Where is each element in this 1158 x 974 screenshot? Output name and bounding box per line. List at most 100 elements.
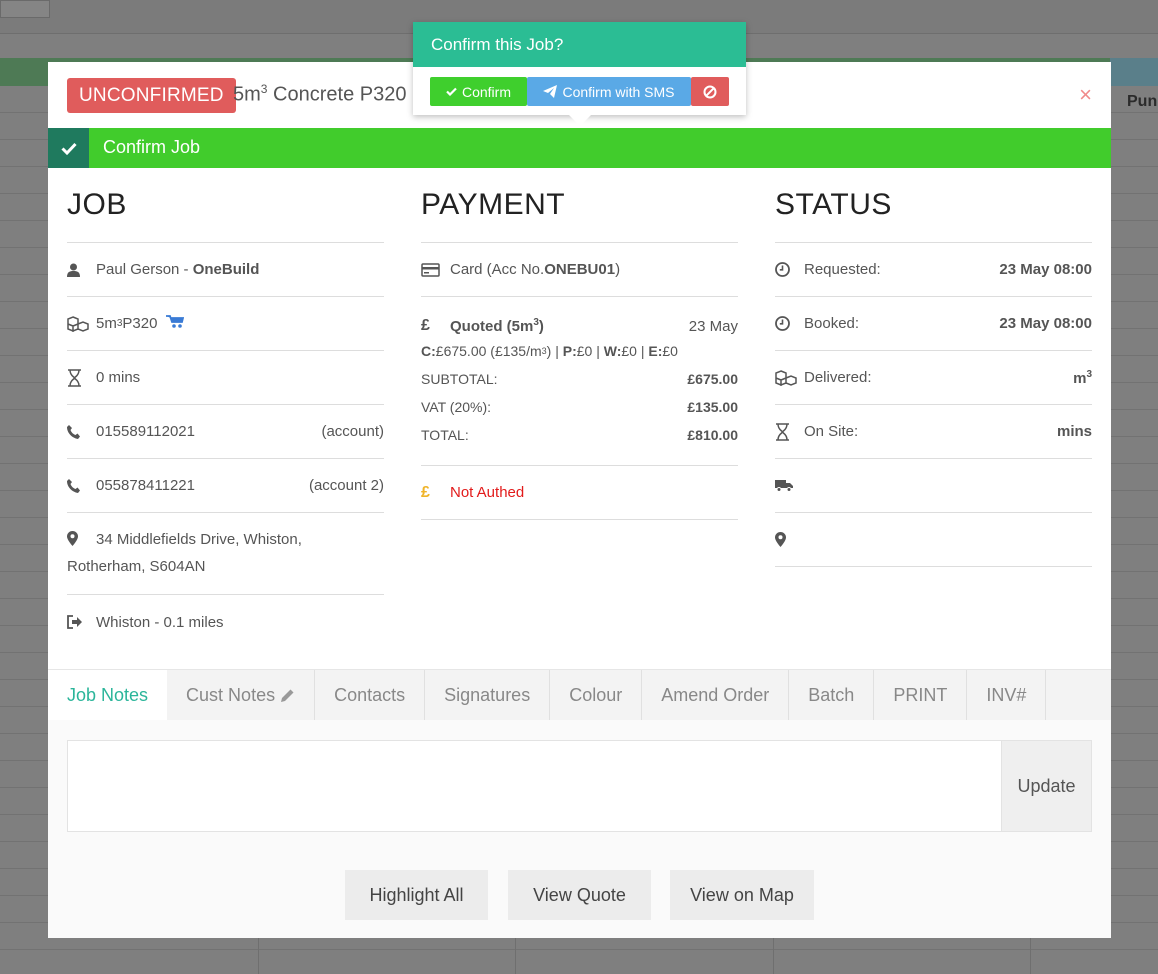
charge-separator: | [551, 343, 563, 359]
status-heading: STATUS [775, 188, 1092, 243]
map-marker-icon [775, 532, 804, 547]
modal-title-prefix: 5m [233, 83, 261, 106]
truck-icon [775, 479, 804, 492]
confirm-with-sms-label: Confirm with SMS [562, 83, 675, 100]
view-quote-button[interactable]: View Quote [508, 870, 651, 920]
charge-separator: | [592, 343, 604, 359]
confirm-job-bar[interactable]: Confirm Job [48, 128, 1111, 168]
tab-print[interactable]: PRINT [874, 670, 968, 721]
phone-label-1: (account) [321, 423, 384, 440]
credit-card-icon [421, 262, 450, 277]
truck-row [775, 459, 1092, 513]
subtotal-line: SUBTOTAL: £675.00 [421, 365, 738, 393]
booked-label: Booked: [804, 315, 860, 332]
auth-status: Not Authed [450, 484, 525, 501]
job-duration-row: 0 mins [67, 351, 384, 405]
job-customer-row: Paul Gerson - OneBuild [67, 243, 384, 297]
subtotal-value: £675.00 [687, 371, 738, 387]
address-line-2: Rotherham, S604AN [67, 558, 206, 575]
job-duration: 0 mins [96, 369, 141, 386]
tab-batch[interactable]: Batch [789, 670, 875, 721]
phone-number-1[interactable]: 015589112021 [96, 423, 195, 440]
cancel-button[interactable] [691, 77, 729, 106]
tab-signatures[interactable]: Signatures [425, 670, 551, 721]
requested-value: 23 May 08:00 [999, 261, 1092, 278]
modal-title: 5m3 Concrete P320 [233, 82, 406, 107]
tab-job-notes[interactable]: Job Notes [48, 670, 168, 721]
tab-contacts[interactable]: Contacts [315, 670, 426, 721]
tab-colour[interactable]: Colour [550, 670, 643, 721]
tab-cust-notes-label: Cust Notes [186, 685, 276, 705]
cubes-icon [67, 315, 96, 332]
location-row [775, 513, 1092, 567]
confirm-popover: Confirm this Job? Confirm Confirm with S… [413, 22, 746, 126]
payment-column: PAYMENT Card (Acc No. ONEBU01) £ Quoted … [421, 168, 738, 520]
view-on-map-button[interactable]: View on Map [670, 870, 814, 920]
product-suffix: P320 [122, 315, 158, 332]
onsite-value: mins [1056, 423, 1092, 440]
map-marker-icon [67, 531, 96, 550]
notes-panel: Update Highlight All View Quote View on … [48, 720, 1111, 938]
job-depot-row: Whiston - 0.1 miles [67, 595, 384, 649]
address-line-1: 34 Middlefields Drive, Whiston, [96, 531, 302, 548]
subtotal-label: SUBTOTAL: [421, 371, 498, 387]
payment-heading: PAYMENT [421, 188, 738, 243]
customer-name: Paul Gerson - [96, 261, 189, 278]
user-icon [67, 263, 96, 277]
tab-cust-notes[interactable]: Cust Notes [167, 670, 316, 721]
close-icon[interactable]: × [1079, 82, 1092, 108]
tab-invoice[interactable]: INV# [967, 670, 1047, 721]
quote-line: £ Quoted (5m3) 23 May [421, 315, 738, 337]
booked-value: 23 May 08:00 [999, 315, 1092, 332]
status-column: STATUS Requested: 23 May 08:00 Booked: 2… [775, 168, 1092, 567]
check-icon [446, 87, 457, 96]
total-value: £810.00 [687, 427, 738, 443]
clock-icon [775, 316, 804, 331]
charge-separator: | [636, 343, 649, 359]
pencil-icon [280, 688, 295, 703]
job-notes-input[interactable] [67, 740, 1002, 832]
charge-w-value: £0 [621, 343, 637, 359]
delivered-row: Delivered: m3 [775, 351, 1092, 405]
update-button[interactable]: Update [1002, 740, 1092, 832]
charge-breakdown: C: £675.00 (£135/m 3) | P: £0 | W: £0 | E: £0 [421, 337, 738, 365]
requested-row: Requested: 23 May 08:00 [775, 243, 1092, 297]
background-column-header: Pun [1127, 93, 1158, 110]
quoted-date: 23 May [688, 317, 738, 335]
confirm-with-sms-button[interactable]: Confirm with SMS [527, 77, 691, 106]
payment-method-suffix: ) [615, 261, 621, 278]
vat-value: £135.00 [687, 399, 738, 415]
quoted-label-suffix: ) [538, 318, 544, 335]
charge-p-label: P: [562, 343, 577, 359]
onsite-row: On Site: mins [775, 405, 1092, 459]
customer-company: OneBuild [192, 261, 260, 278]
job-address-row: 34 Middlefields Drive, Whiston, Rotherha… [67, 513, 384, 595]
ban-icon [703, 85, 717, 99]
delivered-label: Delivered: [804, 369, 872, 386]
delivered-unit-superscript: 3 [1086, 368, 1092, 380]
payment-method-prefix: Card (Acc No. [450, 261, 545, 278]
highlight-all-button[interactable]: Highlight All [345, 870, 488, 920]
total-label: TOTAL: [421, 427, 469, 443]
pound-icon: £ [421, 317, 430, 334]
booked-row: Booked: 23 May 08:00 [775, 297, 1092, 351]
charge-w-label: W: [603, 343, 622, 359]
charge-e-value: £0 [662, 343, 678, 359]
phone-number-2[interactable]: 055878411221 [96, 477, 195, 494]
confirm-button[interactable]: Confirm [430, 77, 527, 106]
job-column: JOB Paul Gerson - OneBuild 5m 3 P320 0 mi… [67, 168, 384, 649]
quoted-label-prefix: Quoted (5m [450, 318, 534, 335]
sign-out-icon [67, 615, 96, 629]
status-badge: UNCONFIRMED [67, 78, 236, 113]
quoted-label: Quoted (5m3) [450, 317, 544, 335]
charge-c-prefix: £675.00 (£135/m [435, 343, 542, 359]
job-product-row: 5m 3 P320 [67, 297, 384, 351]
charge-c-label: C: [421, 343, 436, 359]
tab-amend-order[interactable]: Amend Order [642, 670, 790, 721]
confirm-job-label: Confirm Job [103, 137, 201, 157]
payment-method-row: Card (Acc No. ONEBU01) [421, 243, 738, 297]
pound-icon: £ [421, 483, 430, 501]
phone-icon [67, 478, 96, 493]
auth-status-row: £ Not Authed [421, 466, 738, 520]
popover-arrow [569, 115, 591, 126]
